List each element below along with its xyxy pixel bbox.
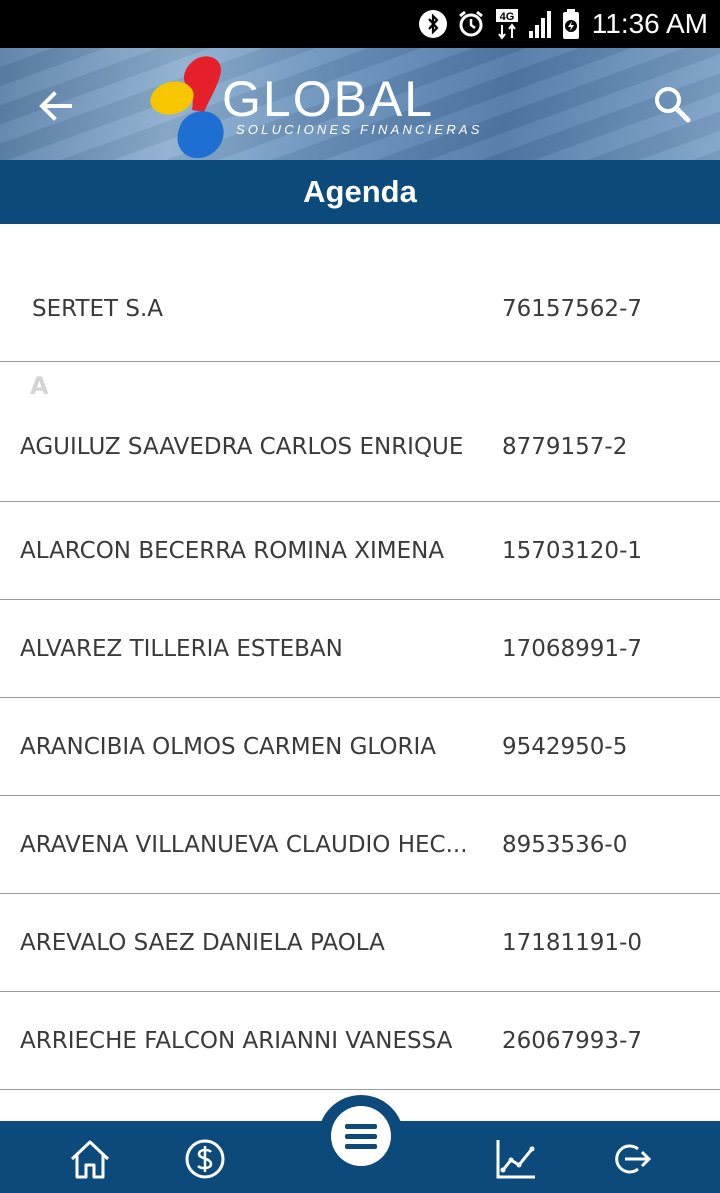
contact-rut: 15703120-1	[502, 537, 642, 564]
logout-icon	[615, 1144, 652, 1174]
alarm-icon	[456, 9, 486, 39]
contact-name: ALARCON BECERRA ROMINA XIMENA	[20, 537, 445, 564]
global-logo: GLOBAL SOLUCIONES FINANCIERAS	[142, 52, 492, 160]
contact-name: ARAVENA VILLANUEVA CLAUDIO HEC...	[20, 831, 468, 858]
home-icon	[70, 1140, 110, 1179]
app-header: GLOBAL SOLUCIONES FINANCIERAS	[0, 48, 720, 160]
list-item[interactable]: ALARCON BECERRA ROMINA XIMENA 15703120-1	[0, 502, 720, 600]
title-bar: Agenda	[0, 160, 720, 224]
menu-button[interactable]	[331, 1106, 391, 1166]
battery-charging-icon	[562, 8, 580, 40]
contact-rut: 8779157-2	[502, 434, 628, 460]
chart-icon	[496, 1140, 535, 1179]
dollar-icon	[185, 1139, 225, 1179]
nav-home-button[interactable]	[68, 1137, 112, 1181]
search-icon	[655, 87, 691, 123]
bluetooth-icon	[418, 9, 448, 39]
list-item[interactable]: AREVALO SAEZ DANIELA PAOLA 17181191-0	[0, 894, 720, 992]
contact-rut: 9542950-5	[502, 733, 628, 760]
contact-rut: 76157562-7	[502, 296, 642, 322]
status-bar: 4G 11:36 AM	[0, 0, 720, 48]
contact-name: AGUILUZ SAAVEDRA CARLOS ENRIQUE	[20, 434, 464, 460]
network-label: 4G	[499, 11, 514, 23]
nav-logout-button[interactable]	[608, 1137, 652, 1181]
contact-name: ALVAREZ TILLERIA ESTEBAN	[20, 635, 343, 662]
4g-icon: 4G	[494, 7, 520, 41]
logo-text: GLOBAL	[222, 71, 435, 127]
contact-rut: 26067993-7	[502, 1027, 642, 1054]
list-item[interactable]: SERTET S.A 76157562-7	[0, 224, 720, 362]
nav-stats-button[interactable]	[494, 1137, 538, 1181]
list-item[interactable]: A AGUILUZ SAAVEDRA CARLOS ENRIQUE 877915…	[0, 362, 720, 502]
contact-name: ARRIECHE FALCON ARIANNI VANESSA	[20, 1027, 453, 1054]
contact-name: SERTET S.A	[32, 296, 164, 322]
contact-name: AREVALO SAEZ DANIELA PAOLA	[20, 929, 385, 956]
contact-rut: 17068991-7	[502, 635, 642, 662]
contact-list[interactable]: SERTET S.A 76157562-7 A AGUILUZ SAAVEDRA…	[0, 224, 720, 1090]
back-button[interactable]	[34, 84, 78, 128]
contact-rut: 8953536-0	[502, 831, 628, 858]
nav-payments-button[interactable]	[183, 1137, 227, 1181]
search-button[interactable]	[650, 82, 694, 126]
signal-icon	[528, 9, 554, 39]
status-time: 11:36 AM	[591, 8, 708, 39]
list-item[interactable]: ARANCIBIA OLMOS CARMEN GLORIA 9542950-5	[0, 698, 720, 796]
list-item[interactable]: ARAVENA VILLANUEVA CLAUDIO HEC... 895353…	[0, 796, 720, 894]
list-item[interactable]: ALVAREZ TILLERIA ESTEBAN 17068991-7	[0, 600, 720, 698]
contact-rut: 17181191-0	[502, 929, 642, 956]
logo-subtitle: SOLUCIONES FINANCIERAS	[236, 122, 483, 137]
page-title: Agenda	[303, 174, 417, 209]
menu-icon	[345, 1124, 377, 1149]
contact-name: ARANCIBIA OLMOS CARMEN GLORIA	[20, 733, 437, 760]
section-header: A	[30, 372, 49, 400]
list-item[interactable]: ARRIECHE FALCON ARIANNI VANESSA 26067993…	[0, 992, 720, 1090]
arrow-left-icon	[39, 91, 72, 121]
